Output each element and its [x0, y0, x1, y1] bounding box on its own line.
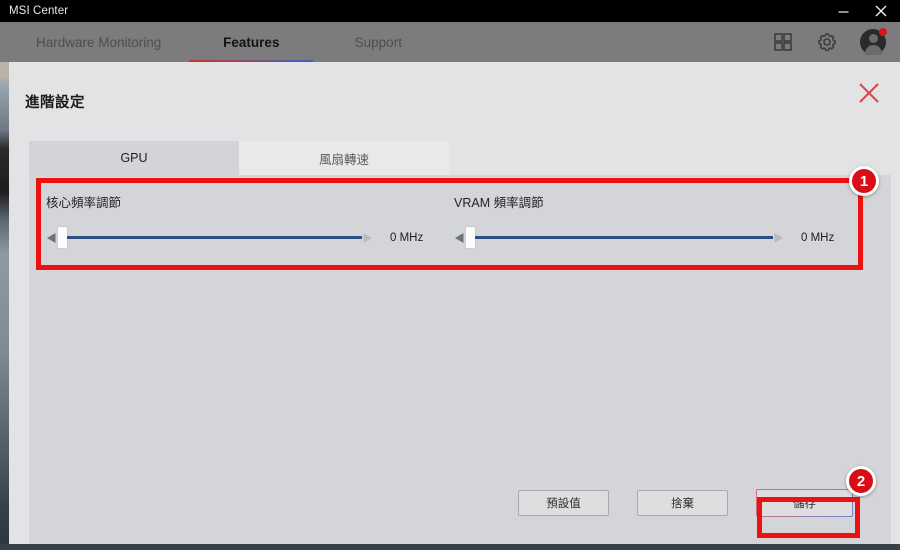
app-navbar: Hardware Monitoring Features Support	[0, 22, 900, 62]
window-titlebar: MSI Center	[0, 0, 900, 22]
tab-label: GPU	[120, 151, 148, 165]
nav-tab-hardware-monitoring[interactable]: Hardware Monitoring	[12, 22, 185, 62]
slider-increase-button[interactable]	[362, 231, 374, 245]
chevron-left-icon	[47, 232, 56, 243]
vram-clock-slider-row[interactable]: 0 MHz	[454, 227, 864, 248]
background-window-sliver	[0, 62, 9, 544]
core-clock-slider-group: 核心頻率調節 0 MHz	[46, 192, 446, 248]
annotation-badge-1: 1	[849, 166, 879, 196]
chevron-right-icon	[774, 232, 783, 243]
slider-increase-button[interactable]	[773, 231, 785, 245]
close-button[interactable]	[862, 0, 900, 22]
avatar-body-icon	[864, 45, 882, 55]
avatar-head-icon	[868, 34, 878, 43]
nav-tab-support[interactable]: Support	[317, 22, 439, 62]
slider-decrease-button[interactable]	[46, 231, 58, 245]
gear-icon	[818, 33, 836, 52]
dialog-button-row: 預設值 捨棄 儲存	[518, 489, 853, 517]
chevron-right-icon	[363, 232, 372, 243]
apps-grid-icon	[774, 33, 792, 51]
close-icon	[875, 5, 887, 17]
core-clock-label: 核心頻率調節	[46, 196, 122, 210]
tab-fan-speed[interactable]: 風扇轉速	[239, 141, 449, 175]
dialog-title: 進階設定	[25, 95, 85, 111]
nav-tab-label: Support	[354, 34, 402, 50]
vram-clock-label: VRAM 頻率調節	[454, 196, 544, 210]
dialog-footer-strip	[29, 535, 891, 544]
save-button[interactable]: 儲存	[756, 489, 853, 517]
default-button-label: 預設值	[546, 498, 581, 510]
apps-grid-button[interactable]	[772, 31, 794, 53]
discard-button[interactable]: 捨棄	[637, 490, 728, 516]
close-icon	[859, 83, 879, 103]
discard-button-label: 捨棄	[671, 498, 694, 510]
save-button-label: 儲存	[793, 498, 816, 510]
save-button-inner: 儲存	[757, 490, 852, 516]
annotation-badge-2: 2	[846, 466, 876, 496]
avatar[interactable]	[860, 28, 887, 55]
default-button[interactable]: 預設值	[518, 490, 609, 516]
core-clock-slider-row[interactable]: 0 MHz	[46, 227, 446, 248]
dialog-close-button[interactable]	[852, 76, 886, 110]
annotation-badge-label: 2	[856, 472, 866, 490]
notification-dot-icon	[879, 28, 887, 36]
slider-decrease-button[interactable]	[454, 231, 466, 245]
vram-clock-slider-group: VRAM 頻率調節 0 MHz	[454, 192, 864, 248]
window-title: MSI Center	[9, 5, 69, 17]
background-bottom-strip	[0, 544, 900, 550]
dialog-content-area: 核心頻率調節 0 MHz VRAM 頻率調節 0 MHz 預設值 捨棄 儲存	[29, 175, 891, 535]
chevron-left-icon	[455, 232, 464, 243]
core-clock-slider-handle[interactable]	[58, 227, 67, 248]
minimize-icon	[838, 10, 848, 13]
nav-tab-label: Features	[223, 34, 280, 50]
core-clock-value: 0 MHz	[390, 231, 424, 244]
window-controls	[824, 0, 900, 22]
vram-clock-value: 0 MHz	[801, 231, 835, 244]
navbar-actions	[772, 22, 887, 62]
annotation-badge-label: 1	[859, 172, 869, 190]
settings-button[interactable]	[816, 31, 838, 53]
vram-clock-slider-handle[interactable]	[466, 227, 475, 248]
tab-label: 風扇轉速	[318, 152, 369, 167]
nav-tab-label: Hardware Monitoring	[36, 34, 162, 50]
dialog-tab-list: GPU 風扇轉速	[29, 141, 464, 175]
nav-tab-features[interactable]: Features	[185, 22, 317, 62]
vram-clock-slider-track[interactable]	[475, 236, 773, 239]
core-clock-slider-track[interactable]	[67, 236, 362, 239]
tab-gpu[interactable]: GPU	[29, 141, 239, 175]
minimize-button[interactable]	[824, 0, 862, 22]
advanced-settings-dialog: 進階設定 GPU 風扇轉速 核心頻率調節 0 MHz VRAM 頻率調節 0 M…	[9, 62, 900, 544]
nav-tab-list: Hardware Monitoring Features Support	[0, 22, 439, 62]
